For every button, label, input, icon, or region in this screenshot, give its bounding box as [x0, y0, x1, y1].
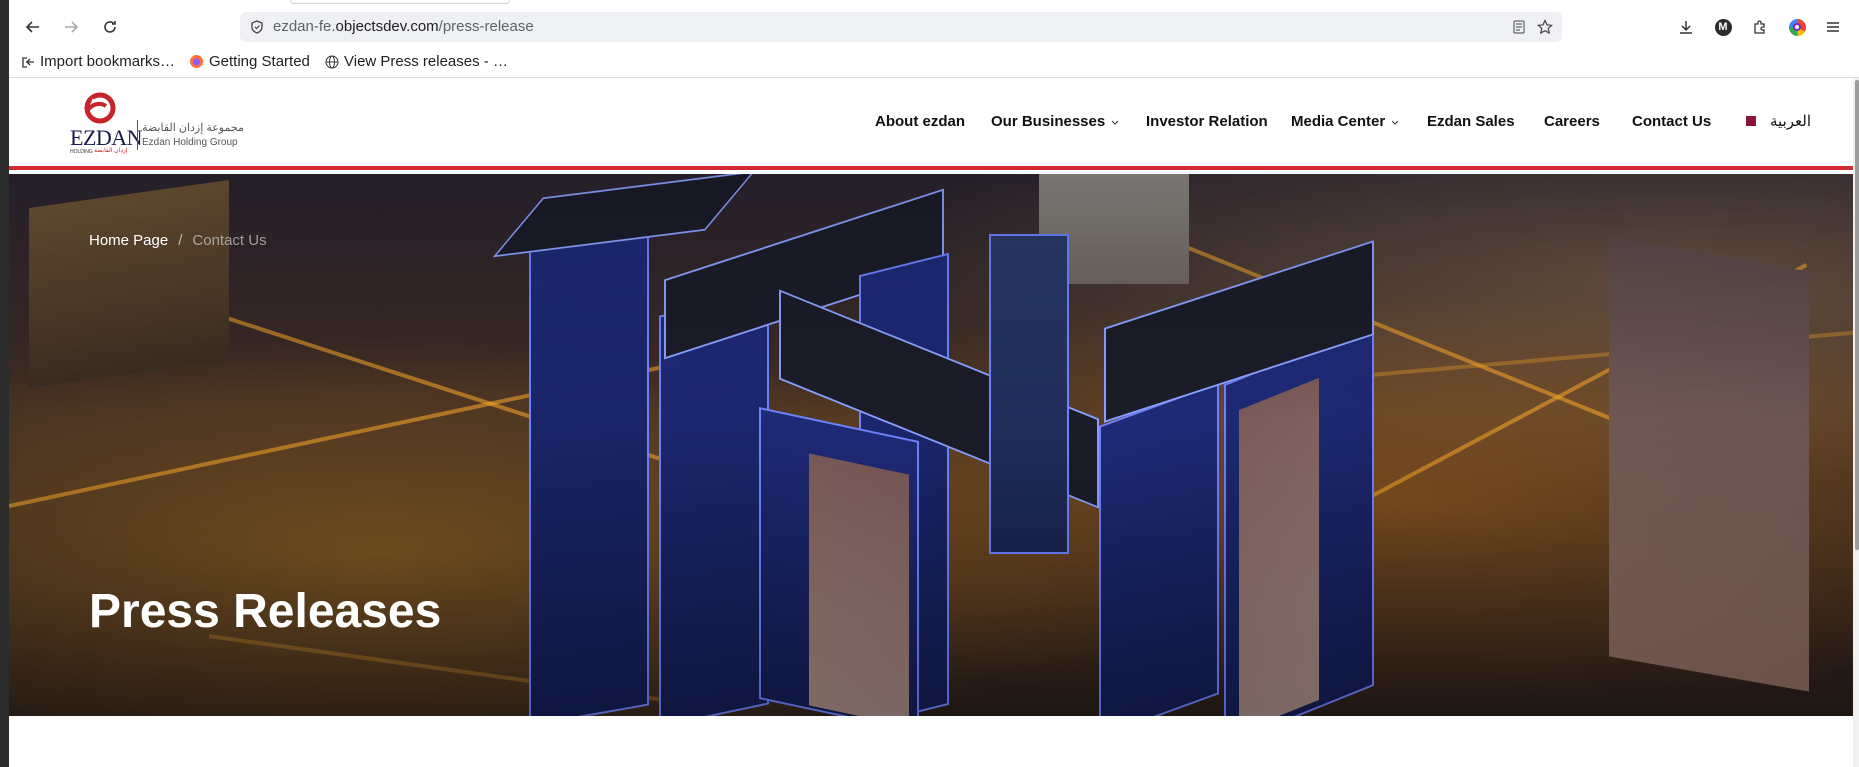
- url-text: ezdan-fe.objectsdev.com/press-release: [273, 18, 534, 35]
- bookmark-label: View Press releases - …: [344, 53, 508, 70]
- page-title: Press Releases: [89, 585, 442, 638]
- breadcrumb-home-link[interactable]: Home Page: [89, 232, 168, 249]
- downloads-button[interactable]: [1673, 14, 1699, 40]
- language-switcher[interactable]: العربية: [1742, 112, 1811, 130]
- hamburger-menu-icon: [1827, 22, 1839, 32]
- breadcrumb: Home Page / Contact Us: [89, 232, 267, 249]
- browser-toolbar: ezdan-fe.objectsdev.com/press-release M: [9, 0, 1859, 54]
- nav-label: Media Center: [1291, 113, 1386, 130]
- address-bar[interactable]: ezdan-fe.objectsdev.com/press-release: [240, 12, 1562, 42]
- firefox-icon: [190, 55, 203, 68]
- bookmark-press-releases[interactable]: View Press releases - …: [325, 53, 508, 70]
- nav-careers[interactable]: Careers: [1544, 113, 1600, 130]
- profile-initial: M: [1718, 21, 1728, 33]
- nav-label: Ezdan Sales: [1427, 113, 1515, 130]
- bookmark-import[interactable]: Import bookmarks…: [21, 53, 175, 70]
- url-prefix: ezdan-fe.: [273, 18, 336, 35]
- extension-logo-icon: [1788, 18, 1806, 36]
- forward-button[interactable]: [56, 12, 86, 42]
- scrollbar-thumb[interactable]: [1855, 80, 1859, 550]
- extensions-button[interactable]: [1747, 14, 1773, 40]
- back-button[interactable]: [18, 12, 48, 42]
- nav-label: About ezdan: [875, 113, 965, 130]
- page-scrollbar[interactable]: [1853, 78, 1859, 767]
- bookmarks-toolbar: Import bookmarks… Getting Started View P…: [9, 50, 1859, 76]
- website-viewport: EZDAN HOLDING إزدان القابضة مجموعة إزدان…: [9, 78, 1859, 767]
- nav-our-businesses[interactable]: Our Businesses: [991, 113, 1119, 130]
- menu-button[interactable]: [1820, 14, 1846, 40]
- language-label: العربية: [1770, 113, 1811, 130]
- site-header: EZDAN HOLDING إزدان القابضة مجموعة إزدان…: [9, 78, 1859, 170]
- profile-avatar: M: [1714, 18, 1732, 36]
- chevron-down-icon: [1111, 120, 1119, 125]
- puzzle-icon: [1754, 20, 1765, 34]
- logo-english-text: Ezdan Holding Group: [142, 137, 238, 148]
- nav-label: Our Businesses: [991, 113, 1106, 130]
- bookmark-label: Getting Started: [209, 53, 310, 70]
- nav-about-ezdan[interactable]: About ezdan: [875, 113, 965, 130]
- qatar-flag-icon: [1742, 116, 1756, 126]
- chevron-down-icon: [1391, 120, 1399, 125]
- logo-divider: [137, 120, 138, 150]
- bookmark-star-icon[interactable]: [1537, 19, 1553, 35]
- desktop-dock-edge: [0, 0, 9, 767]
- hero-banner: Home Page / Contact Us Press Releases: [9, 174, 1859, 716]
- download-icon: [1680, 21, 1692, 34]
- ezdan-logo[interactable]: EZDAN HOLDING إزدان القابضة مجموعة إزدان…: [70, 90, 250, 156]
- nav-label: Careers: [1544, 113, 1600, 130]
- nav-media-center[interactable]: Media Center: [1291, 113, 1399, 130]
- reload-button[interactable]: [95, 12, 125, 42]
- logo-sub-arabic: إزدان القابضة: [94, 148, 128, 154]
- nav-label: Investor Relation: [1146, 113, 1268, 130]
- account-button[interactable]: M: [1710, 14, 1736, 40]
- globe-icon: [325, 55, 339, 68]
- nav-ezdan-sales[interactable]: Ezdan Sales: [1427, 113, 1515, 130]
- nav-label: Contact Us: [1632, 113, 1712, 130]
- forward-arrow-icon: [65, 21, 79, 33]
- logo-arabic-text: مجموعة إزدان القابضة: [142, 122, 244, 134]
- bookmark-label: Import bookmarks…: [40, 53, 176, 70]
- nav-investor-relation[interactable]: Investor Relation: [1146, 113, 1268, 130]
- url-host: objectsdev.com: [335, 18, 439, 35]
- reader-view-icon[interactable]: [1512, 20, 1526, 34]
- nav-contact-us[interactable]: Contact Us: [1632, 113, 1711, 130]
- browser-chrome: ezdan-fe.objectsdev.com/press-release M …: [9, 0, 1859, 78]
- colorful-extension-button[interactable]: [1784, 14, 1810, 40]
- bookmark-getting-started[interactable]: Getting Started: [189, 53, 310, 70]
- import-icon: [22, 56, 34, 68]
- back-arrow-icon: [25, 21, 39, 33]
- logo-sub-english: HOLDING: [70, 149, 93, 155]
- breadcrumb-separator: /: [178, 232, 183, 249]
- site-security-icon[interactable]: [250, 20, 264, 34]
- reload-icon: [104, 21, 116, 33]
- url-path: /press-release: [438, 18, 534, 35]
- breadcrumb-current: Contact Us: [192, 232, 267, 249]
